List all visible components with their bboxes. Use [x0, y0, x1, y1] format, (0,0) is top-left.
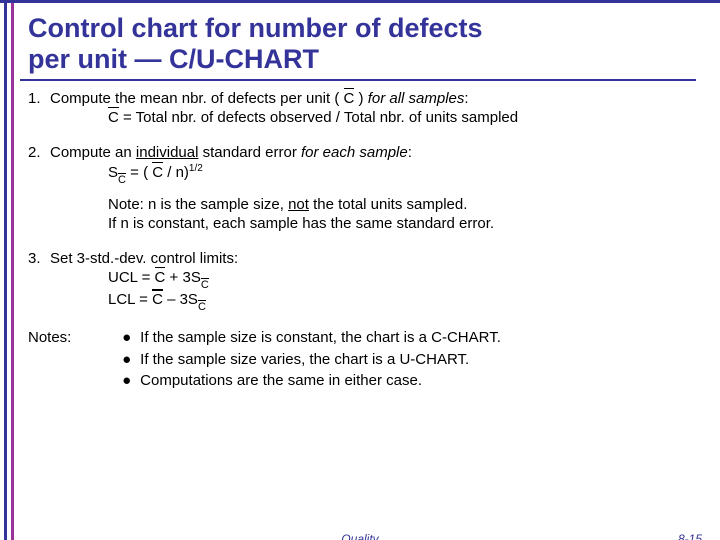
vertical-rule-purple — [11, 3, 14, 540]
notes-label: Notes: — [28, 328, 88, 347]
step-2-text-mid: standard error — [198, 144, 301, 161]
note-line-1-pre: Note: n is the sample size, — [108, 196, 288, 213]
step-3-line: Set 3-std.-dev. control limits: — [50, 250, 238, 267]
step-1-formula-text: = Total nbr. of defects observed / Total… — [119, 109, 518, 126]
step-1-colon: : — [464, 90, 468, 107]
c-bar-subscript: C — [201, 278, 209, 292]
step-1-formula: C = Total nbr. of defects observed / Tot… — [108, 109, 518, 126]
c-bar-symbol: C — [155, 268, 166, 287]
lcl-label: LCL = — [108, 291, 152, 308]
step-1: 1. Compute the mean nbr. of defects per … — [28, 89, 696, 127]
step-3-number: 3. — [28, 249, 50, 268]
step-2-body: Compute an individual standard error for… — [50, 143, 680, 184]
note-line-1-post: the total units sampled. — [309, 196, 467, 213]
title-line-2: per unit — C/U-CHART — [28, 44, 319, 74]
step-2-italic: for each sample — [301, 144, 408, 161]
vertical-rule-blue — [4, 3, 7, 540]
step-1-text-post: ) — [354, 90, 367, 107]
bullet-1-text: If the sample size is constant, the char… — [140, 329, 501, 346]
bullet-icon: ● — [122, 328, 140, 347]
slide-title: Control chart for number of defects per … — [28, 13, 696, 75]
c-bar-symbol: C — [152, 163, 163, 182]
bullet-3-text: Computations are the same in either case… — [140, 372, 422, 389]
bullet-icon: ● — [122, 371, 140, 390]
notes-section: Notes: ●If the sample size is constant, … — [28, 328, 696, 392]
step-2-underline: individual — [136, 144, 199, 161]
c-bar-subscript: C — [118, 173, 126, 187]
step-1-body: Compute the mean nbr. of defects per uni… — [50, 89, 680, 127]
footer-center: Quality — [341, 532, 378, 540]
formula-s: S — [108, 164, 118, 181]
note-line-2: If n is constant, each sample has the sa… — [108, 215, 494, 232]
formula-tail: / n) — [163, 164, 189, 181]
lcl-mid: – 3S — [163, 291, 198, 308]
step-2-text-pre: Compute an — [50, 144, 136, 161]
formula-eq: = ( — [126, 164, 152, 181]
bullet-1: ●If the sample size is constant, the cha… — [122, 328, 682, 347]
bullet-icon: ● — [122, 350, 140, 369]
lcl-formula: LCL = C – 3SC — [108, 291, 206, 308]
step-1-italic: for all samples — [368, 90, 465, 107]
c-bar-subscript: C — [198, 300, 206, 314]
bullet-3: ●Computations are the same in either cas… — [122, 371, 682, 390]
bullet-2: ●If the sample size varies, the chart is… — [122, 350, 682, 369]
ucl-label: UCL = — [108, 269, 155, 286]
title-line-1: Control chart for number of defects — [28, 13, 483, 43]
notes-bullets: ●If the sample size is constant, the cha… — [122, 328, 682, 392]
bullet-2-text: If the sample size varies, the chart is … — [140, 351, 469, 368]
step-2-colon: : — [408, 144, 412, 161]
step-1-text-pre: Compute the mean nbr. of defects per uni… — [50, 90, 344, 107]
step-2-notes: Note: n is the sample size, not the tota… — [108, 195, 696, 233]
footer-page-number: 8-15 — [678, 532, 702, 540]
c-bar-symbol: C — [108, 108, 119, 127]
title-underline — [20, 79, 696, 81]
step-3-body: Set 3-std.-dev. control limits: UCL = C … — [50, 249, 680, 312]
step-2-number: 2. — [28, 143, 50, 162]
step-2-formula: SC = ( C / n)1/2 — [108, 164, 203, 181]
formula-exponent: 1/2 — [189, 163, 203, 174]
content-area: 1. Compute the mean nbr. of defects per … — [28, 89, 696, 392]
slide: Control chart for number of defects per … — [0, 0, 720, 540]
note-not: not — [288, 196, 309, 213]
step-2: 2. Compute an individual standard error … — [28, 143, 696, 233]
c-bar-symbol: C — [344, 89, 355, 108]
step-1-number: 1. — [28, 89, 50, 108]
ucl-mid: + 3S — [165, 269, 200, 286]
ucl-formula: UCL = C + 3SC — [108, 269, 209, 286]
c-bar-symbol: C — [152, 290, 163, 309]
step-3: 3. Set 3-std.-dev. control limits: UCL =… — [28, 249, 696, 312]
